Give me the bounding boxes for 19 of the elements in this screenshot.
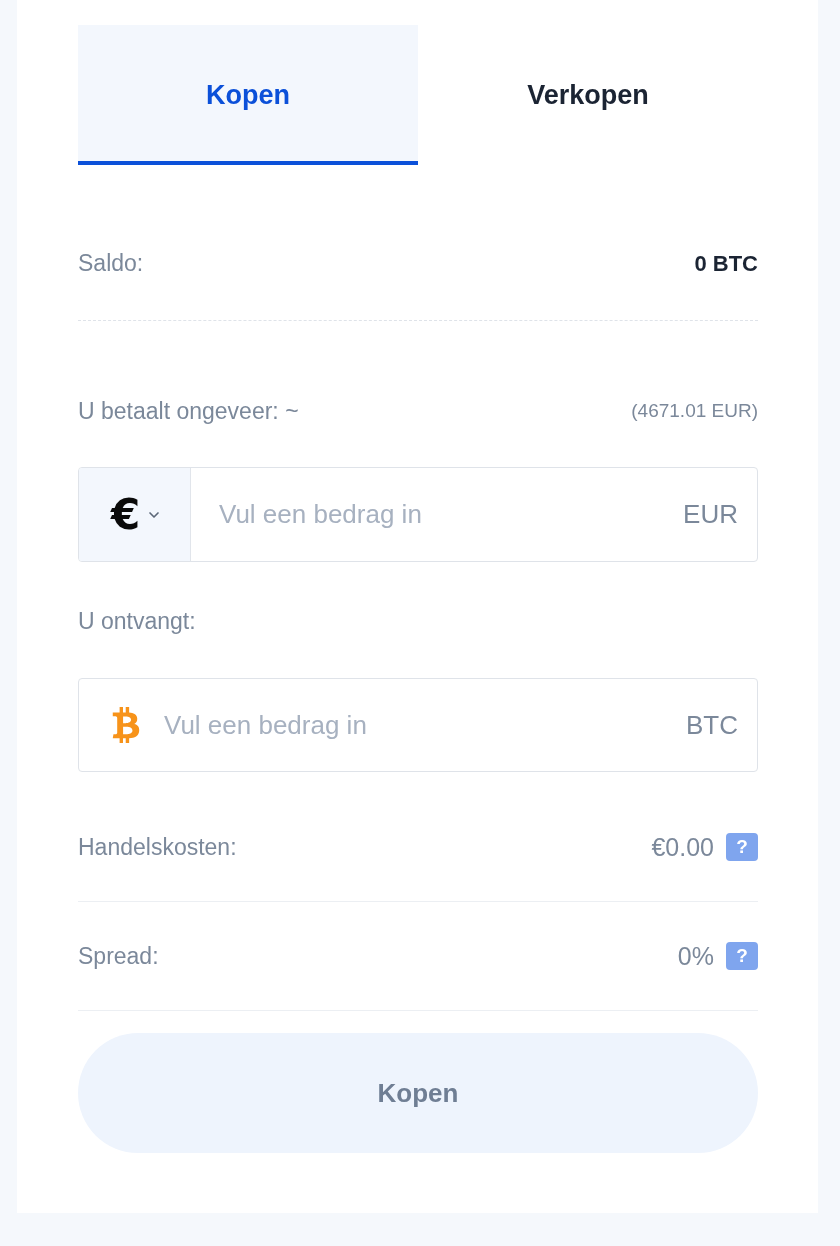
pay-label: U betaalt ongeveer: ~: [78, 397, 299, 425]
balance-label: Saldo:: [78, 250, 144, 277]
currency-symbol: €: [110, 490, 141, 539]
amount-input[interactable]: Vul een bedrag in: [219, 499, 684, 530]
amount-field[interactable]: Vul een bedrag in BTC: [78, 678, 758, 772]
currency-code: BTC: [686, 709, 738, 741]
amount-field[interactable]: € Vul een bedrag in EUR: [78, 467, 758, 562]
estimate-text: (4671.01 EUR): [631, 400, 758, 422]
fee-label: Spread:: [78, 942, 159, 970]
amount-input[interactable]: Vul een bedrag in: [164, 709, 686, 741]
currency-code: EUR: [683, 499, 738, 530]
balance-value: 0 BTC: [694, 250, 758, 277]
receive-label: U ontvangt:: [78, 607, 196, 635]
fee-label: Handelskosten:: [78, 833, 237, 861]
tab[interactable]: Verkopen: [418, 25, 758, 165]
tab[interactable]: Kopen: [78, 25, 418, 165]
fee-value: €0.00: [651, 832, 714, 862]
fee-value: 0%: [677, 941, 714, 971]
currency-select[interactable]: €: [79, 468, 191, 561]
